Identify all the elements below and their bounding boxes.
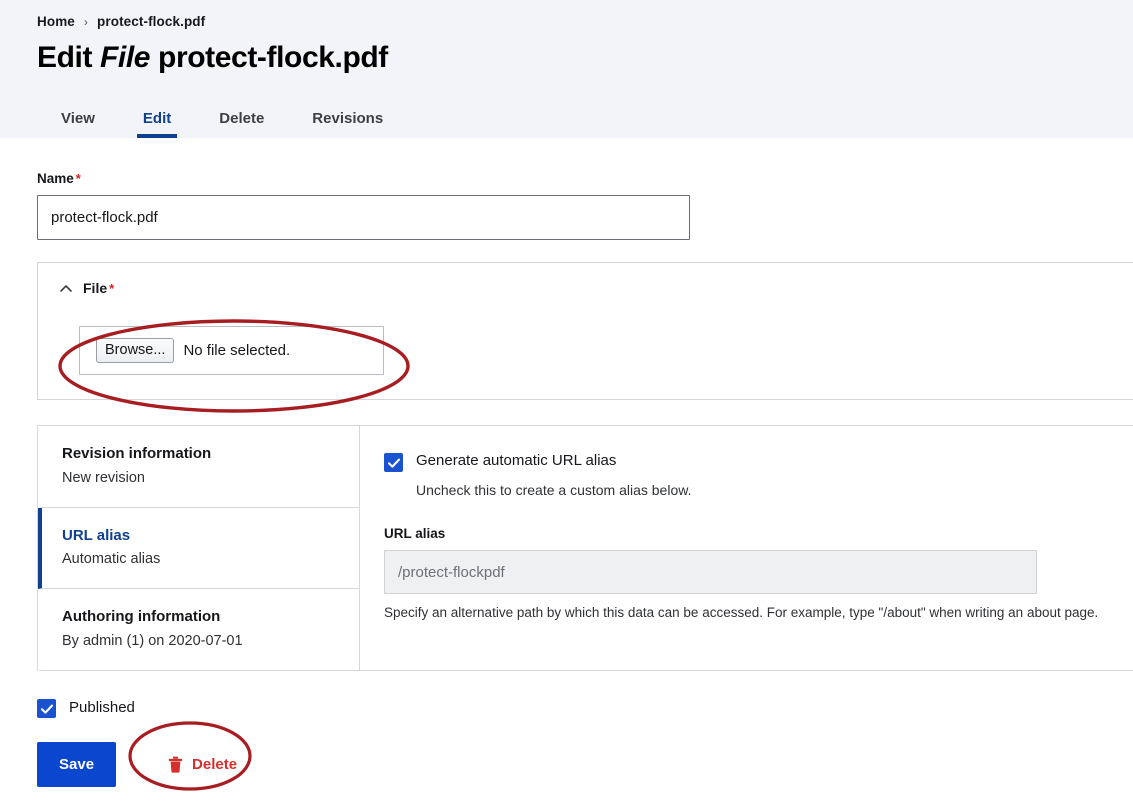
tab-revisions[interactable]: Revisions: [288, 111, 407, 138]
breadcrumb-current: protect-flock.pdf: [97, 14, 206, 29]
vertical-tab-url-alias[interactable]: URL alias Automatic alias: [38, 507, 359, 590]
url-alias-panel: Generate automatic URL alias Uncheck thi…: [359, 425, 1133, 671]
name-input[interactable]: [37, 195, 690, 240]
name-label-text: Name: [37, 171, 74, 186]
file-required-marker: *: [109, 280, 115, 296]
generate-alias-label[interactable]: Generate automatic URL alias: [416, 452, 616, 471]
save-button[interactable]: Save: [37, 741, 117, 787]
breadcrumb-link-home[interactable]: Home: [37, 14, 75, 29]
breadcrumb: Home › protect-flock.pdf: [0, 14, 1133, 29]
edit-file-page: Home › protect-flock.pdf Edit File protect…: [0, 0, 1133, 807]
file-fieldset-legend[interactable]: File *: [38, 280, 1133, 296]
form-actions: Save Delete: [37, 741, 1133, 787]
page-header: Home › protect-flock.pdf Edit File protect…: [0, 0, 1133, 138]
vertical-tab-authoring-information[interactable]: Authoring information By admin (1) on 20…: [38, 589, 359, 671]
name-field-label: Name *: [37, 171, 1133, 186]
published-checkbox[interactable]: [37, 698, 56, 718]
published-label[interactable]: Published: [69, 699, 135, 716]
tab-edit[interactable]: Edit: [119, 111, 195, 138]
vertical-tab-summary: By admin (1) on 2020-07-01: [62, 632, 243, 649]
page-title: Edit File protect-flock.pdf: [0, 41, 1133, 76]
page-title-prefix: Edit: [37, 41, 93, 74]
file-status-text: No file selected.: [183, 342, 291, 359]
file-fieldset: File * Browse... No file selected.: [37, 262, 1133, 400]
breadcrumb-separator-icon: ›: [83, 15, 89, 29]
tab-view[interactable]: View: [37, 111, 119, 138]
delete-link[interactable]: Delete: [168, 756, 237, 773]
generate-alias-description: Uncheck this to create a custom alias be…: [416, 482, 692, 498]
generate-alias-checkbox[interactable]: [384, 453, 403, 472]
url-alias-input[interactable]: [384, 550, 1037, 595]
vertical-tabs-list: Revision information New revision URL al…: [37, 425, 359, 671]
delete-link-label: Delete: [192, 755, 238, 773]
vertical-tab-summary: New revision: [62, 469, 145, 486]
tab-delete[interactable]: Delete: [195, 111, 288, 138]
primary-tabs: View Edit Delete Revisions: [37, 111, 407, 138]
published-row: Published: [37, 698, 1133, 718]
file-upload-row: Browse... No file selected.: [38, 326, 1133, 375]
page-title-entity-type: File: [100, 41, 151, 74]
vertical-tab-title: Revision information: [62, 445, 212, 462]
chevron-up-icon[interactable]: [58, 281, 74, 297]
edit-form: Name* File* Browse... No file selected.: [0, 171, 1133, 787]
vertical-tab-revision-information[interactable]: Revision information New revision: [38, 426, 359, 508]
file-legend-text: File: [83, 280, 108, 296]
page-title-entity-name: protect-flock.pdf: [158, 41, 388, 74]
vertical-tab-title: Authoring information: [62, 608, 221, 626]
name-required-marker: *: [75, 171, 81, 186]
file-input[interactable]: Browse... No file selected.: [79, 326, 384, 375]
vertical-tabs-wrapper: Revision information New revision URL al…: [37, 425, 1133, 671]
url-alias-help-text: Specify an alternative path by which thi…: [384, 605, 1099, 621]
url-alias-field-label: URL alias: [384, 526, 446, 542]
vertical-tab-title: URL alias: [62, 526, 131, 544]
trash-icon: [168, 756, 183, 773]
generate-alias-row: Generate automatic URL alias: [384, 452, 1122, 472]
vertical-tab-summary: Automatic alias: [62, 551, 161, 568]
browse-button[interactable]: Browse...: [96, 337, 175, 364]
